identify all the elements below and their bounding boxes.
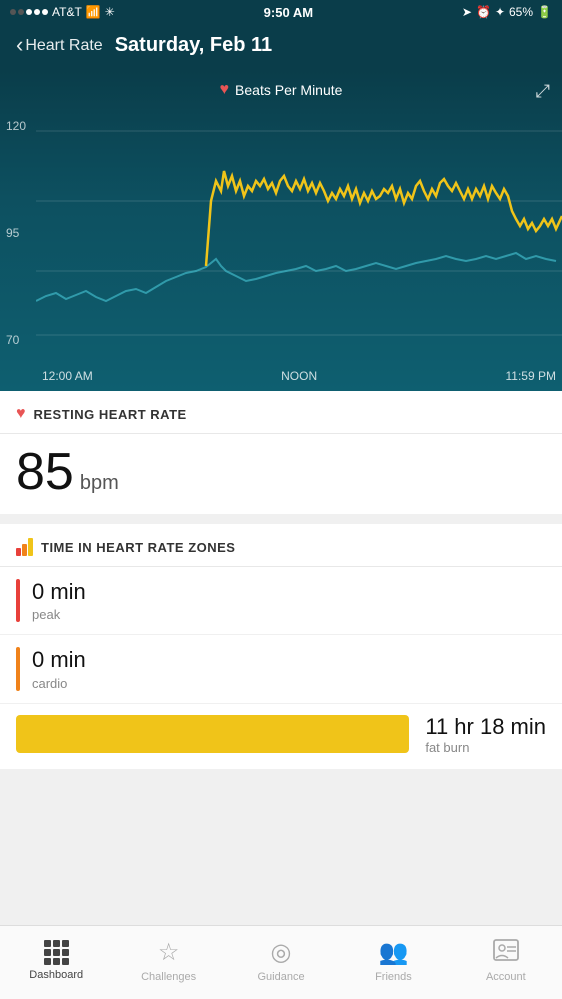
fatburn-label: fat burn [425, 740, 546, 755]
x-label-end: 11:59 PM [506, 369, 556, 383]
nav-item-guidance[interactable]: ◎ Guidance [225, 926, 337, 999]
zones-icon [16, 538, 33, 556]
resting-hr-title: RESTING HEART RATE [34, 407, 187, 422]
dot5 [42, 9, 48, 15]
chart-legend-label: Beats Per Minute [235, 82, 342, 98]
cardio-time: 0 min [32, 647, 546, 673]
cardio-text: 0 min cardio [32, 647, 546, 690]
y-label-95: 95 [6, 226, 30, 240]
brightness-icon: ✳ [105, 5, 115, 19]
peak-indicator [16, 579, 20, 622]
nav-label-guidance: Guidance [257, 971, 304, 983]
dot4 [34, 9, 40, 15]
chart-container: ♥ Beats Per Minute ⤢ 120 95 70 12:00 AM … [0, 71, 562, 391]
x-label-noon: NOON [281, 369, 317, 383]
fatburn-time-group: 11 hr 18 min fat burn [425, 714, 546, 755]
heart-icon: ♥ [220, 81, 230, 99]
nav-label-friends: Friends [375, 971, 412, 983]
nav-item-dashboard[interactable]: Dashboard [0, 926, 112, 999]
wifi-icon: 📶 [86, 5, 101, 19]
chart-legend: ♥ Beats Per Minute [0, 71, 562, 105]
x-label-start: 12:00 AM [42, 369, 93, 383]
dot3 [26, 9, 32, 15]
dot1 [10, 9, 16, 15]
cardio-indicator [16, 647, 20, 690]
dashboard-icon [44, 940, 69, 965]
zones-header: TIME IN HEART RATE ZONES [0, 524, 562, 567]
zone-item-fatburn: 11 hr 18 min fat burn [0, 704, 562, 769]
battery-label: 65% [509, 5, 533, 19]
zones-title: TIME IN HEART RATE ZONES [41, 540, 235, 555]
bpm-number: 85 [16, 446, 74, 498]
zone-item-peak: 0 min peak [0, 567, 562, 635]
chart-y-labels: 120 95 70 [0, 111, 36, 355]
zones-icon-bar1 [16, 548, 21, 556]
location-icon: ➤ [462, 5, 472, 19]
bpm-unit: bpm [80, 472, 119, 495]
peak-label: peak [32, 607, 546, 622]
guidance-icon: ◎ [271, 938, 292, 967]
resting-hr-section: ♥ RESTING HEART RATE 85 bpm [0, 391, 562, 514]
friends-icon: 👥 [378, 938, 408, 967]
battery-icon: 🔋 [537, 5, 552, 19]
page-title: Saturday, Feb 11 [115, 34, 272, 57]
resting-hr-header: ♥ RESTING HEART RATE [0, 391, 562, 434]
nav-item-challenges[interactable]: ☆ Challenges [112, 926, 224, 999]
chart-x-labels: 12:00 AM NOON 11:59 PM [36, 369, 562, 383]
carrier-label: AT&T [52, 5, 82, 19]
status-bar: AT&T 📶 ✳ 9:50 AM ➤ ⏰ ✦ 65% 🔋 [0, 0, 562, 24]
cardio-label: cardio [32, 676, 546, 691]
back-chevron-icon: ‹ [16, 34, 23, 56]
fatburn-bar [16, 715, 409, 753]
back-label: Heart Rate [25, 37, 102, 55]
zones-icon-bar2 [22, 544, 27, 556]
zones-icon-bar3 [28, 538, 33, 556]
header: ‹ Heart Rate Saturday, Feb 11 [0, 24, 562, 71]
fatburn-time: 11 hr 18 min [425, 714, 546, 740]
status-left: AT&T 📶 ✳ [10, 5, 115, 19]
nav-label-challenges: Challenges [141, 971, 196, 983]
y-label-70: 70 [6, 333, 30, 347]
alarm-icon: ⏰ [476, 5, 491, 19]
nav-item-friends[interactable]: 👥 Friends [337, 926, 449, 999]
zone-item-cardio: 0 min cardio [0, 635, 562, 703]
status-time: 9:50 AM [264, 5, 313, 20]
y-label-120: 120 [6, 119, 30, 133]
signal-dots [10, 9, 48, 15]
peak-text: 0 min peak [32, 579, 546, 622]
nav-label-dashboard: Dashboard [29, 969, 83, 981]
status-right: ➤ ⏰ ✦ 65% 🔋 [462, 5, 552, 19]
zones-section: TIME IN HEART RATE ZONES 0 min peak 0 mi… [0, 524, 562, 769]
nav-label-account: Account [486, 971, 526, 983]
resting-hr-value-row: 85 bpm [0, 434, 562, 514]
challenges-icon: ☆ [158, 938, 180, 967]
bluetooth-icon: ✦ [495, 5, 505, 19]
resting-heart-icon: ♥ [16, 405, 26, 423]
bottom-nav: Dashboard ☆ Challenges ◎ Guidance 👥 Frie… [0, 925, 562, 999]
nav-item-account[interactable]: Account [450, 926, 562, 999]
back-button[interactable]: ‹ Heart Rate [16, 36, 103, 56]
peak-time: 0 min [32, 579, 546, 605]
chart-svg [36, 111, 562, 355]
account-icon [493, 939, 519, 967]
dot2 [18, 9, 24, 15]
expand-button[interactable]: ⤢ [536, 81, 550, 102]
